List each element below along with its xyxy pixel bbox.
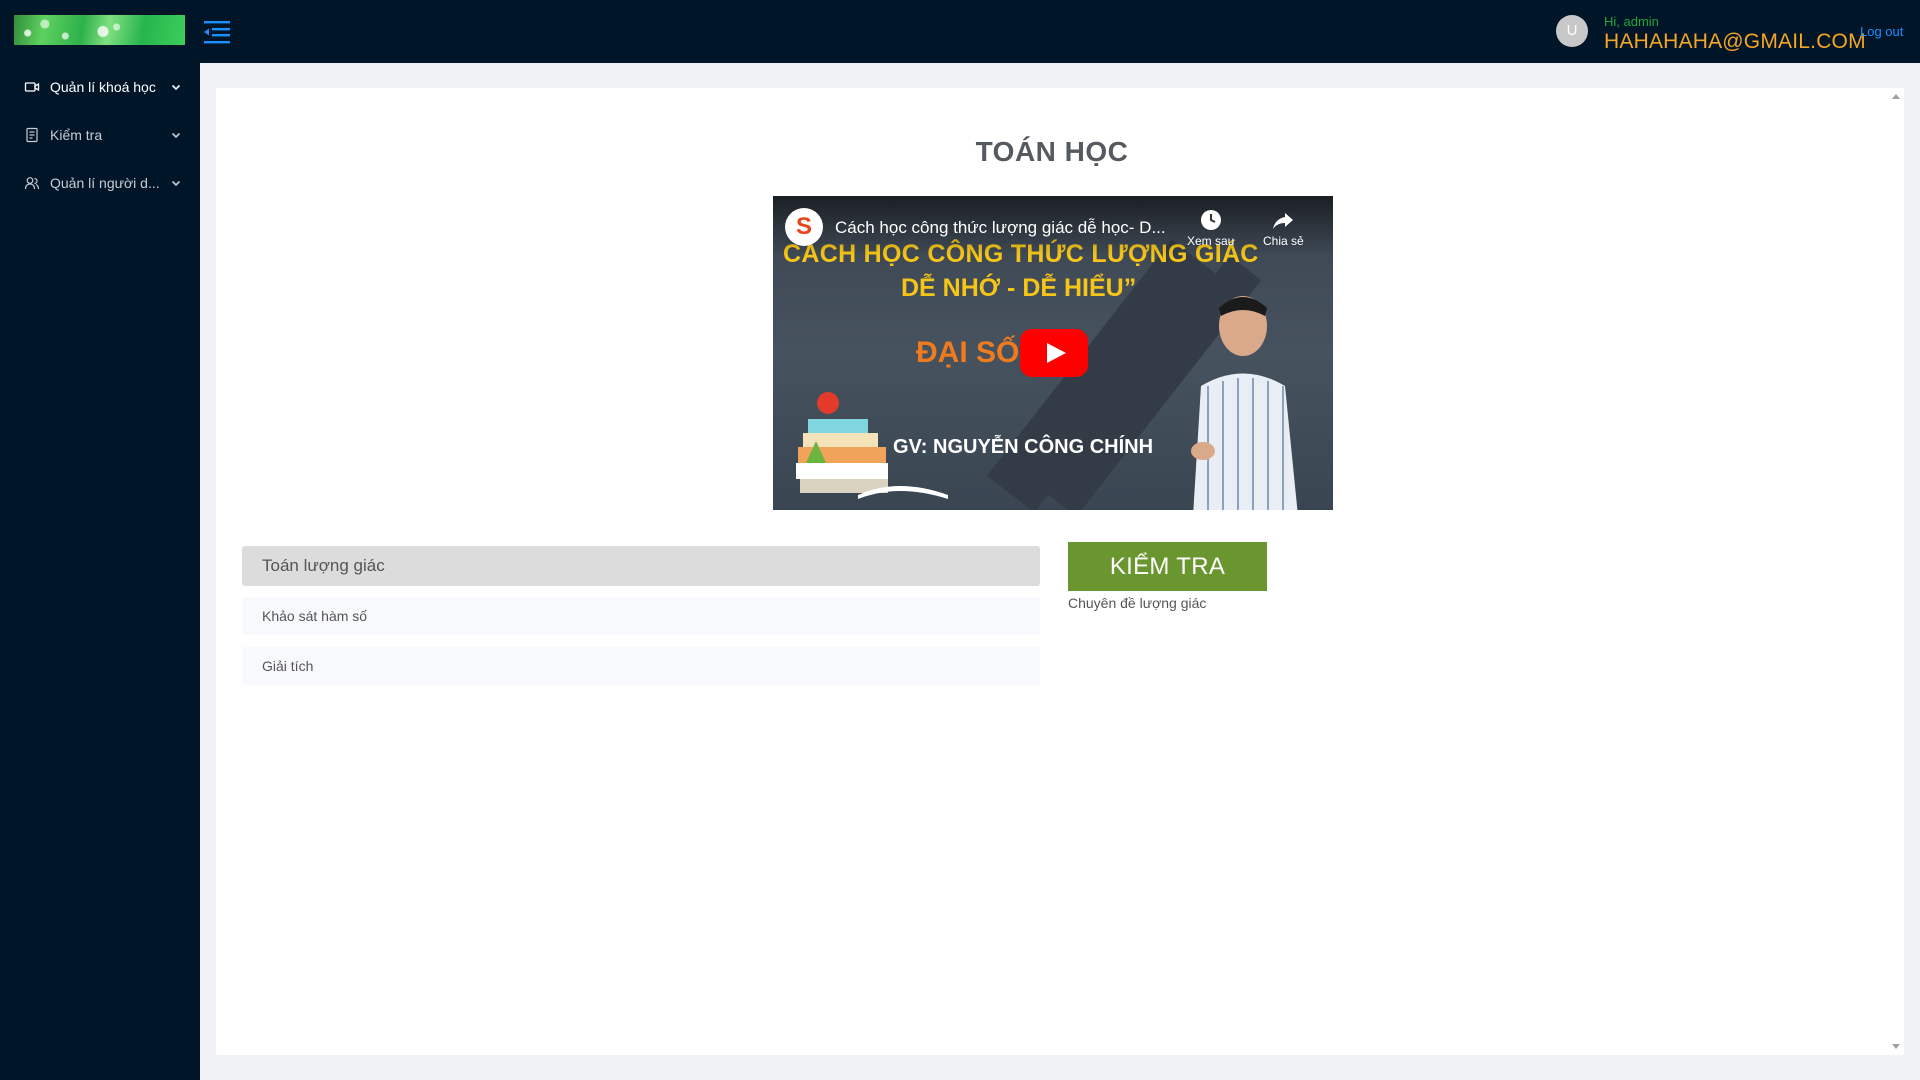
scroll-down-arrow-icon[interactable] — [1892, 1044, 1900, 1049]
chevron-down-icon — [170, 128, 182, 140]
watch-later-label: Xem sau — [1187, 234, 1235, 248]
watch-later-button[interactable]: Xem sau — [1187, 208, 1234, 248]
channel-avatar[interactable]: S — [785, 208, 823, 246]
youtube-video-player[interactable]: CÁCH HỌC CÔNG THỨC LƯỢNG GIÁC DỄ NHỚ - D… — [773, 196, 1333, 510]
sidebar-item-user-management[interactable]: Quản lí người d... — [0, 159, 200, 207]
share-label: Chia sẻ — [1263, 234, 1304, 248]
chevron-down-icon — [170, 80, 182, 92]
user-greeting: Hi, admin — [1604, 14, 1659, 29]
sidebar-item-test[interactable]: Kiểm tra — [0, 111, 200, 159]
share-button[interactable]: Chia sẻ — [1263, 208, 1304, 248]
vertical-scrollbar[interactable] — [1888, 88, 1904, 1055]
lesson-item-function-survey[interactable]: Khảo sát hàm số — [242, 597, 1040, 635]
clock-icon — [1187, 208, 1234, 232]
test-form-icon — [24, 127, 40, 143]
video-title[interactable]: Cách học công thức lượng giác dễ học- D.… — [835, 218, 1166, 238]
lesson-item-trigonometry[interactable]: Toán lượng giác — [242, 546, 1040, 586]
menu-fold-icon[interactable] — [200, 19, 232, 45]
main-content: TOÁN HỌC CÁCH HỌC — [216, 88, 1888, 1055]
sidebar: Quản lí khoá học Kiểm tra Quản lí người … — [0, 63, 200, 1080]
lesson-item-calculus[interactable]: Giải tích — [242, 647, 1040, 685]
sidebar-item-label: Quản lí khoá học — [50, 79, 156, 95]
users-icon — [24, 175, 40, 191]
thumbnail-subject: ĐẠI SỐ — [916, 336, 1020, 369]
sidebar-item-label: Kiểm tra — [50, 127, 103, 143]
user-email: HAHAHAHA@GMAIL.COM — [1604, 30, 1866, 53]
test-topic-caption: Chuyên đề lượng giác — [1068, 595, 1207, 611]
logo[interactable] — [14, 15, 185, 45]
logout-link[interactable]: Log out — [1860, 24, 1903, 39]
teacher-figure — [1173, 286, 1333, 510]
sidebar-item-label: Quản lí người d... — [50, 175, 160, 191]
video-camera-icon — [24, 79, 40, 95]
thumbnail-subheadline: DỄ NHỚ - DỄ HIỂU” — [901, 274, 1137, 302]
page-title: TOÁN HỌC — [975, 136, 1129, 167]
thumbnail-teacher: GV: NGUYỄN CÔNG CHÍNH — [893, 436, 1154, 458]
test-button[interactable]: KIỂM TRA — [1068, 542, 1267, 591]
avatar[interactable]: U — [1556, 15, 1588, 47]
top-header: U Hi, admin HAHAHAHA@GMAIL.COM Log out — [0, 0, 1920, 63]
sidebar-item-course-management[interactable]: Quản lí khoá học — [0, 63, 200, 111]
play-button[interactable] — [1020, 329, 1088, 377]
lesson-list: Toán lượng giác Khảo sát hàm số Giải tíc… — [242, 546, 1040, 697]
share-icon — [1263, 208, 1304, 232]
play-icon — [1020, 329, 1088, 377]
chevron-down-icon — [170, 176, 182, 188]
scroll-up-arrow-icon[interactable] — [1892, 94, 1900, 99]
